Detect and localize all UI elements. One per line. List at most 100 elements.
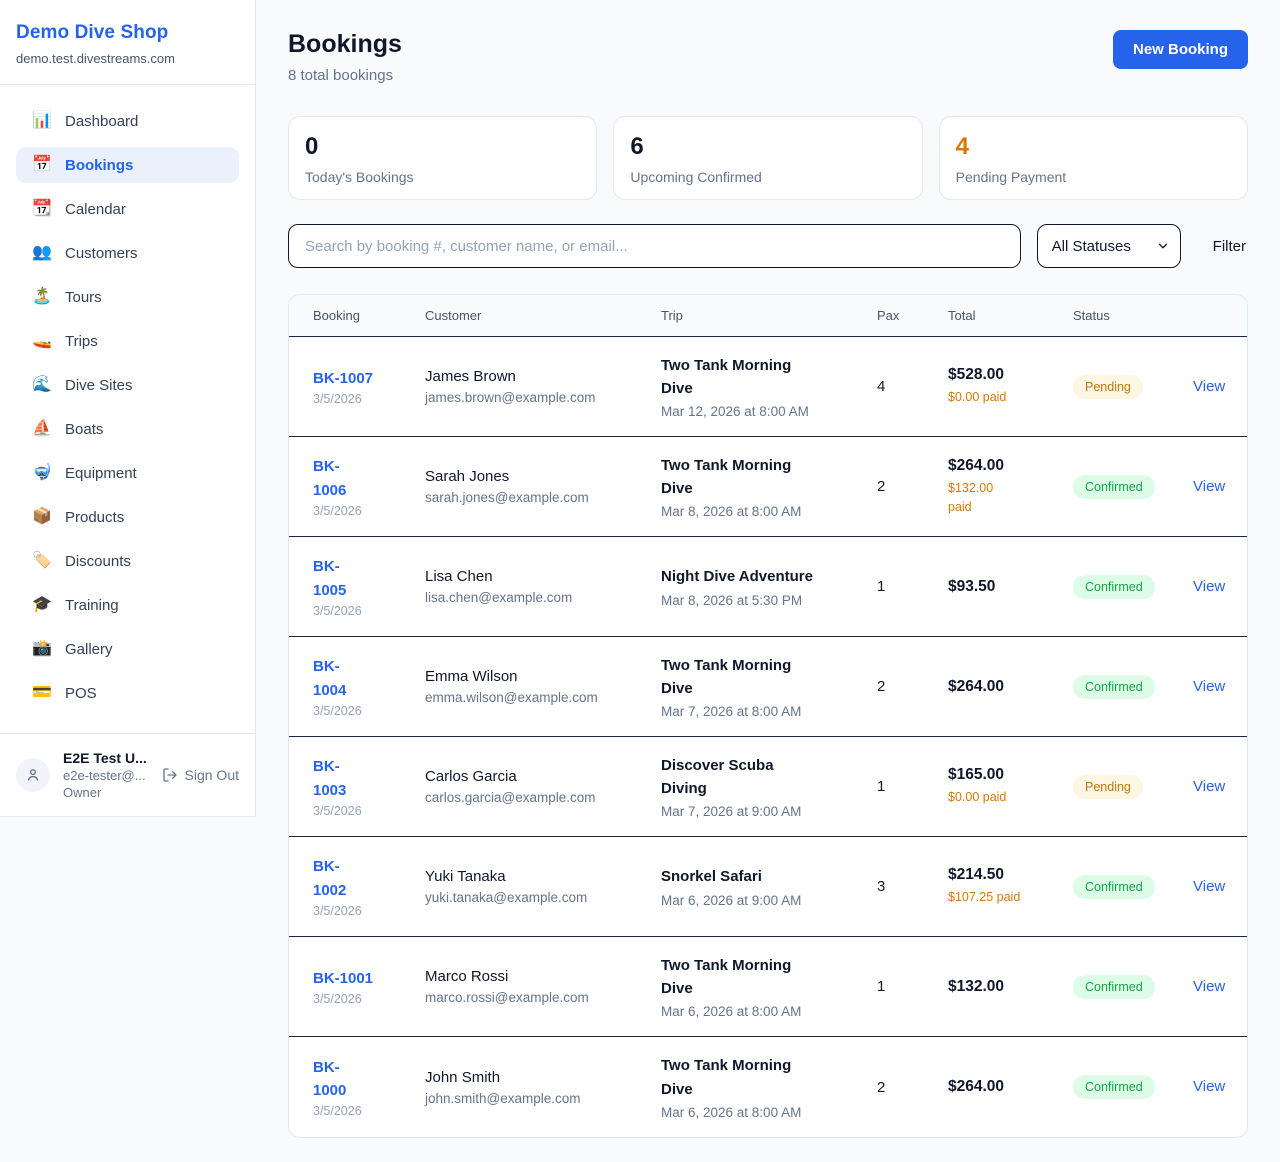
main-content: Bookings 8 total bookings New Booking 0 …	[256, 0, 1280, 1162]
sidebar-nav-item[interactable]: 📸 Gallery	[16, 631, 239, 667]
actions-cell: View	[1193, 778, 1247, 796]
view-link[interactable]: View	[1193, 478, 1225, 495]
page-subtitle: 8 total bookings	[288, 67, 402, 84]
new-booking-button[interactable]: New Booking	[1113, 30, 1248, 69]
booking-id-link[interactable]: BK- 1000	[313, 1056, 411, 1103]
view-link[interactable]: View	[1193, 978, 1225, 995]
search-input[interactable]	[288, 224, 1021, 268]
sidebar-nav-item[interactable]: 🏷️ Discounts	[16, 543, 239, 579]
nav-item-label: Boats	[65, 421, 103, 438]
booking-id-link[interactable]: BK- 1006	[313, 455, 411, 502]
view-link[interactable]: View	[1193, 378, 1225, 395]
booking-id-link[interactable]: BK- 1002	[313, 855, 411, 902]
nav-item-label: Training	[65, 597, 119, 614]
user-footer: E2E Test U... e2e-tester@... Owner Sign …	[0, 733, 255, 816]
status-select-wrap: All Statuses	[1037, 224, 1181, 268]
sidebar-nav-item[interactable]: 📅 Bookings	[16, 147, 239, 183]
pax-value: 3	[877, 878, 948, 895]
sidebar-nav-item[interactable]: 📦 Products	[16, 499, 239, 535]
booking-id-link[interactable]: BK- 1004	[313, 655, 411, 702]
view-link[interactable]: View	[1193, 578, 1225, 595]
trip-datetime: Mar 7, 2026 at 9:00 AM	[661, 804, 863, 819]
sidebar-nav-item[interactable]: 🏝️ Tours	[16, 279, 239, 315]
bookings-table: Booking Customer Trip Pax Total Status B…	[288, 294, 1248, 1138]
stat-value: 0	[305, 134, 580, 160]
total-amount: $264.00	[948, 457, 1059, 475]
actions-cell: View	[1193, 1078, 1247, 1096]
sidebar-nav-item[interactable]: ⛵ Boats	[16, 411, 239, 447]
user-info: E2E Test U... e2e-tester@... Owner	[63, 750, 147, 800]
total-cell: $165.00 $0.00 paid	[948, 766, 1073, 806]
nav-item-icon: 🏝️	[32, 289, 52, 305]
nav-item-icon: 🤿	[32, 465, 52, 481]
trip-datetime: Mar 6, 2026 at 8:00 AM	[661, 1105, 863, 1120]
status-badge: Confirmed	[1073, 475, 1155, 499]
nav-item-icon: 📦	[32, 509, 52, 525]
filter-button[interactable]: Filter	[1211, 238, 1248, 255]
customer-email: lisa.chen@example.com	[425, 590, 647, 605]
customer-name: Emma Wilson	[425, 668, 647, 685]
customer-name: Carlos Garcia	[425, 768, 647, 785]
view-link[interactable]: View	[1193, 878, 1225, 895]
sidebar-nav-item[interactable]: 📊 Dashboard	[16, 103, 239, 139]
stat-label: Pending Payment	[956, 169, 1231, 185]
booking-id-link[interactable]: BK- 1003	[313, 755, 411, 802]
nav-item-label: POS	[65, 685, 97, 702]
sidebar-nav-item[interactable]: 💳 POS	[16, 675, 239, 711]
nav-item-icon: 📆	[32, 201, 52, 217]
status-select[interactable]: All Statuses	[1038, 225, 1180, 267]
view-link[interactable]: View	[1193, 1078, 1225, 1095]
table-row: BK- 1003 3/5/2026 Carlos Garcia carlos.g…	[289, 737, 1247, 837]
sign-out-button[interactable]: Sign Out	[162, 767, 239, 783]
brand-domain: demo.test.divestreams.com	[16, 51, 239, 66]
nav-item-label: Dive Sites	[65, 377, 133, 394]
booking-date: 3/5/2026	[313, 904, 411, 918]
total-cell: $528.00 $0.00 paid	[948, 366, 1073, 406]
status-cell: Confirmed	[1073, 475, 1193, 499]
sidebar-nav-item[interactable]: 🌊 Dive Sites	[16, 367, 239, 403]
booking-id-link[interactable]: BK-1007	[313, 367, 411, 390]
booking-cell: BK-1001 3/5/2026	[313, 967, 425, 1006]
avatar	[16, 758, 50, 792]
nav-item-label: Trips	[65, 333, 98, 350]
customer-email: sarah.jones@example.com	[425, 490, 647, 505]
table-row: BK- 1006 3/5/2026 Sarah Jones sarah.jone…	[289, 437, 1247, 537]
booking-id-link[interactable]: BK-1001	[313, 967, 411, 990]
nav-item-icon: 🚤	[32, 333, 52, 349]
stat-value: 4	[956, 134, 1231, 160]
trip-datetime: Mar 7, 2026 at 8:00 AM	[661, 704, 863, 719]
customer-cell: James Brown james.brown@example.com	[425, 368, 661, 405]
view-link[interactable]: View	[1193, 678, 1225, 695]
table-header-row: Booking Customer Trip Pax Total Status	[289, 295, 1247, 337]
booking-id-link[interactable]: BK- 1005	[313, 555, 411, 602]
booking-date: 3/5/2026	[313, 392, 411, 406]
pax-value: 2	[877, 478, 948, 495]
column-header-booking: Booking	[313, 308, 425, 323]
status-badge: Confirmed	[1073, 675, 1155, 699]
person-icon	[24, 766, 42, 784]
view-link[interactable]: View	[1193, 778, 1225, 795]
customer-email: john.smith@example.com	[425, 1091, 647, 1106]
nav-item-label: Equipment	[65, 465, 137, 482]
paid-amount: $0.00 paid	[948, 788, 1059, 806]
nav-item-icon: 💳	[32, 685, 52, 701]
nav-item-icon: 🌊	[32, 377, 52, 393]
sidebar-nav-item[interactable]: 🤿 Equipment	[16, 455, 239, 491]
table-row: BK- 1000 3/5/2026 John Smith john.smith@…	[289, 1037, 1247, 1137]
trip-cell: Two Tank Morning Dive Mar 6, 2026 at 8:0…	[661, 1054, 877, 1120]
sidebar-nav-item[interactable]: 🎓 Training	[16, 587, 239, 623]
paid-amount: $132.00 paid	[948, 479, 1059, 515]
column-header-customer: Customer	[425, 308, 661, 323]
customer-cell: Emma Wilson emma.wilson@example.com	[425, 668, 661, 705]
customer-cell: Yuki Tanaka yuki.tanaka@example.com	[425, 868, 661, 905]
trip-cell: Two Tank Morning Dive Mar 6, 2026 at 8:0…	[661, 954, 877, 1020]
sidebar-nav-item[interactable]: 📆 Calendar	[16, 191, 239, 227]
stat-label: Upcoming Confirmed	[630, 169, 905, 185]
table-row: BK- 1004 3/5/2026 Emma Wilson emma.wilso…	[289, 637, 1247, 737]
sidebar-nav-item[interactable]: 👥 Customers	[16, 235, 239, 271]
customer-email: emma.wilson@example.com	[425, 690, 647, 705]
brand-name: Demo Dive Shop	[16, 22, 239, 44]
trip-name: Two Tank Morning Dive	[661, 654, 863, 701]
booking-date: 3/5/2026	[313, 992, 411, 1006]
sidebar-nav-item[interactable]: 🚤 Trips	[16, 323, 239, 359]
